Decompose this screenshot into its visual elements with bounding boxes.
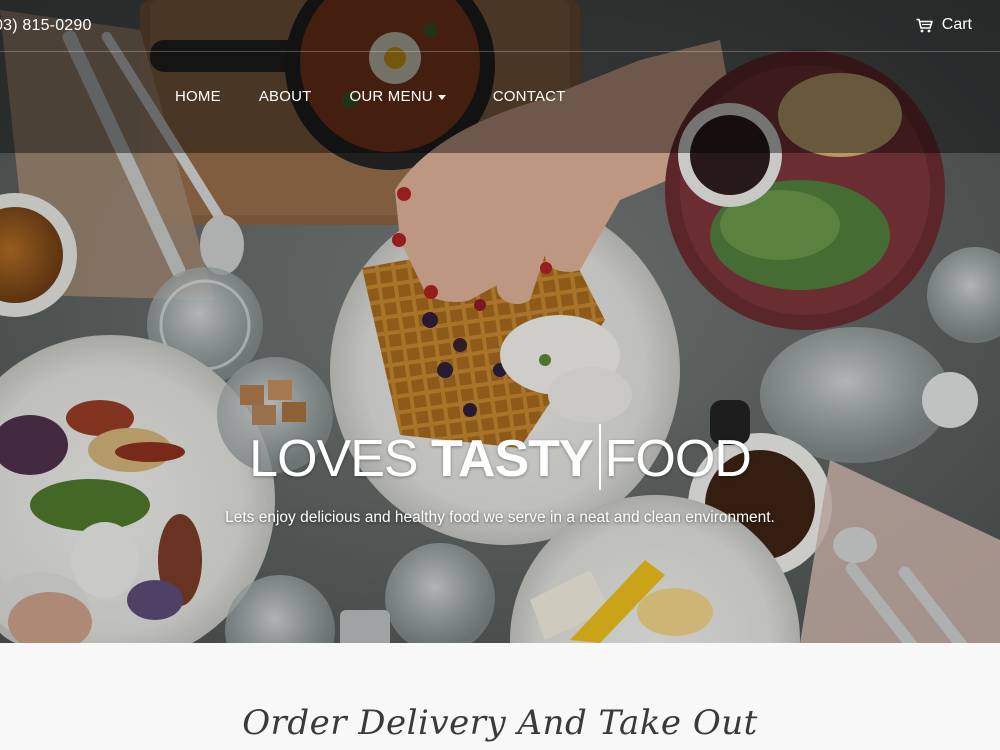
hero-headline: LOVES TASTY FOOD [0,424,1000,491]
main-nav: HOME ABOUT OUR MENU CONTACT [175,88,566,105]
order-section: Order Delivery And Take Out [0,643,1000,750]
nav-item-label: CONTACT [492,88,566,105]
headline-divider [598,424,601,490]
cart-icon [916,18,933,32]
nav-item-home[interactable]: HOME [175,88,221,105]
hero-section: 03) 815-0290 Cart HOME ABOUT OUR MENU CO… [0,0,1000,643]
headline-word-loves: LOVES [249,430,418,488]
headline-word-tasty: TASTY [431,430,594,488]
cart-button[interactable]: Cart [916,16,972,34]
nav-item-about[interactable]: ABOUT [259,88,312,105]
nav-item-label: ABOUT [258,88,312,105]
caret-down-icon [437,94,446,100]
phone-number[interactable]: 03) 815-0290 [0,17,92,35]
nav-bar: HOME ABOUT OUR MENU CONTACT [0,52,1000,153]
headline-word-food: FOOD [604,430,752,488]
section-title: Order Delivery And Take Out [242,703,758,743]
nav-item-our-menu[interactable]: OUR MENU [350,88,446,105]
hero-tagline: Lets enjoy delicious and healthy food we… [225,509,775,526]
cart-label: Cart [941,16,972,33]
nav-item-contact[interactable]: CONTACT [493,88,566,105]
top-bar: 03) 815-0290 Cart [0,0,1000,52]
nav-item-label: HOME [175,88,221,105]
nav-item-label: OUR MENU [349,88,433,105]
